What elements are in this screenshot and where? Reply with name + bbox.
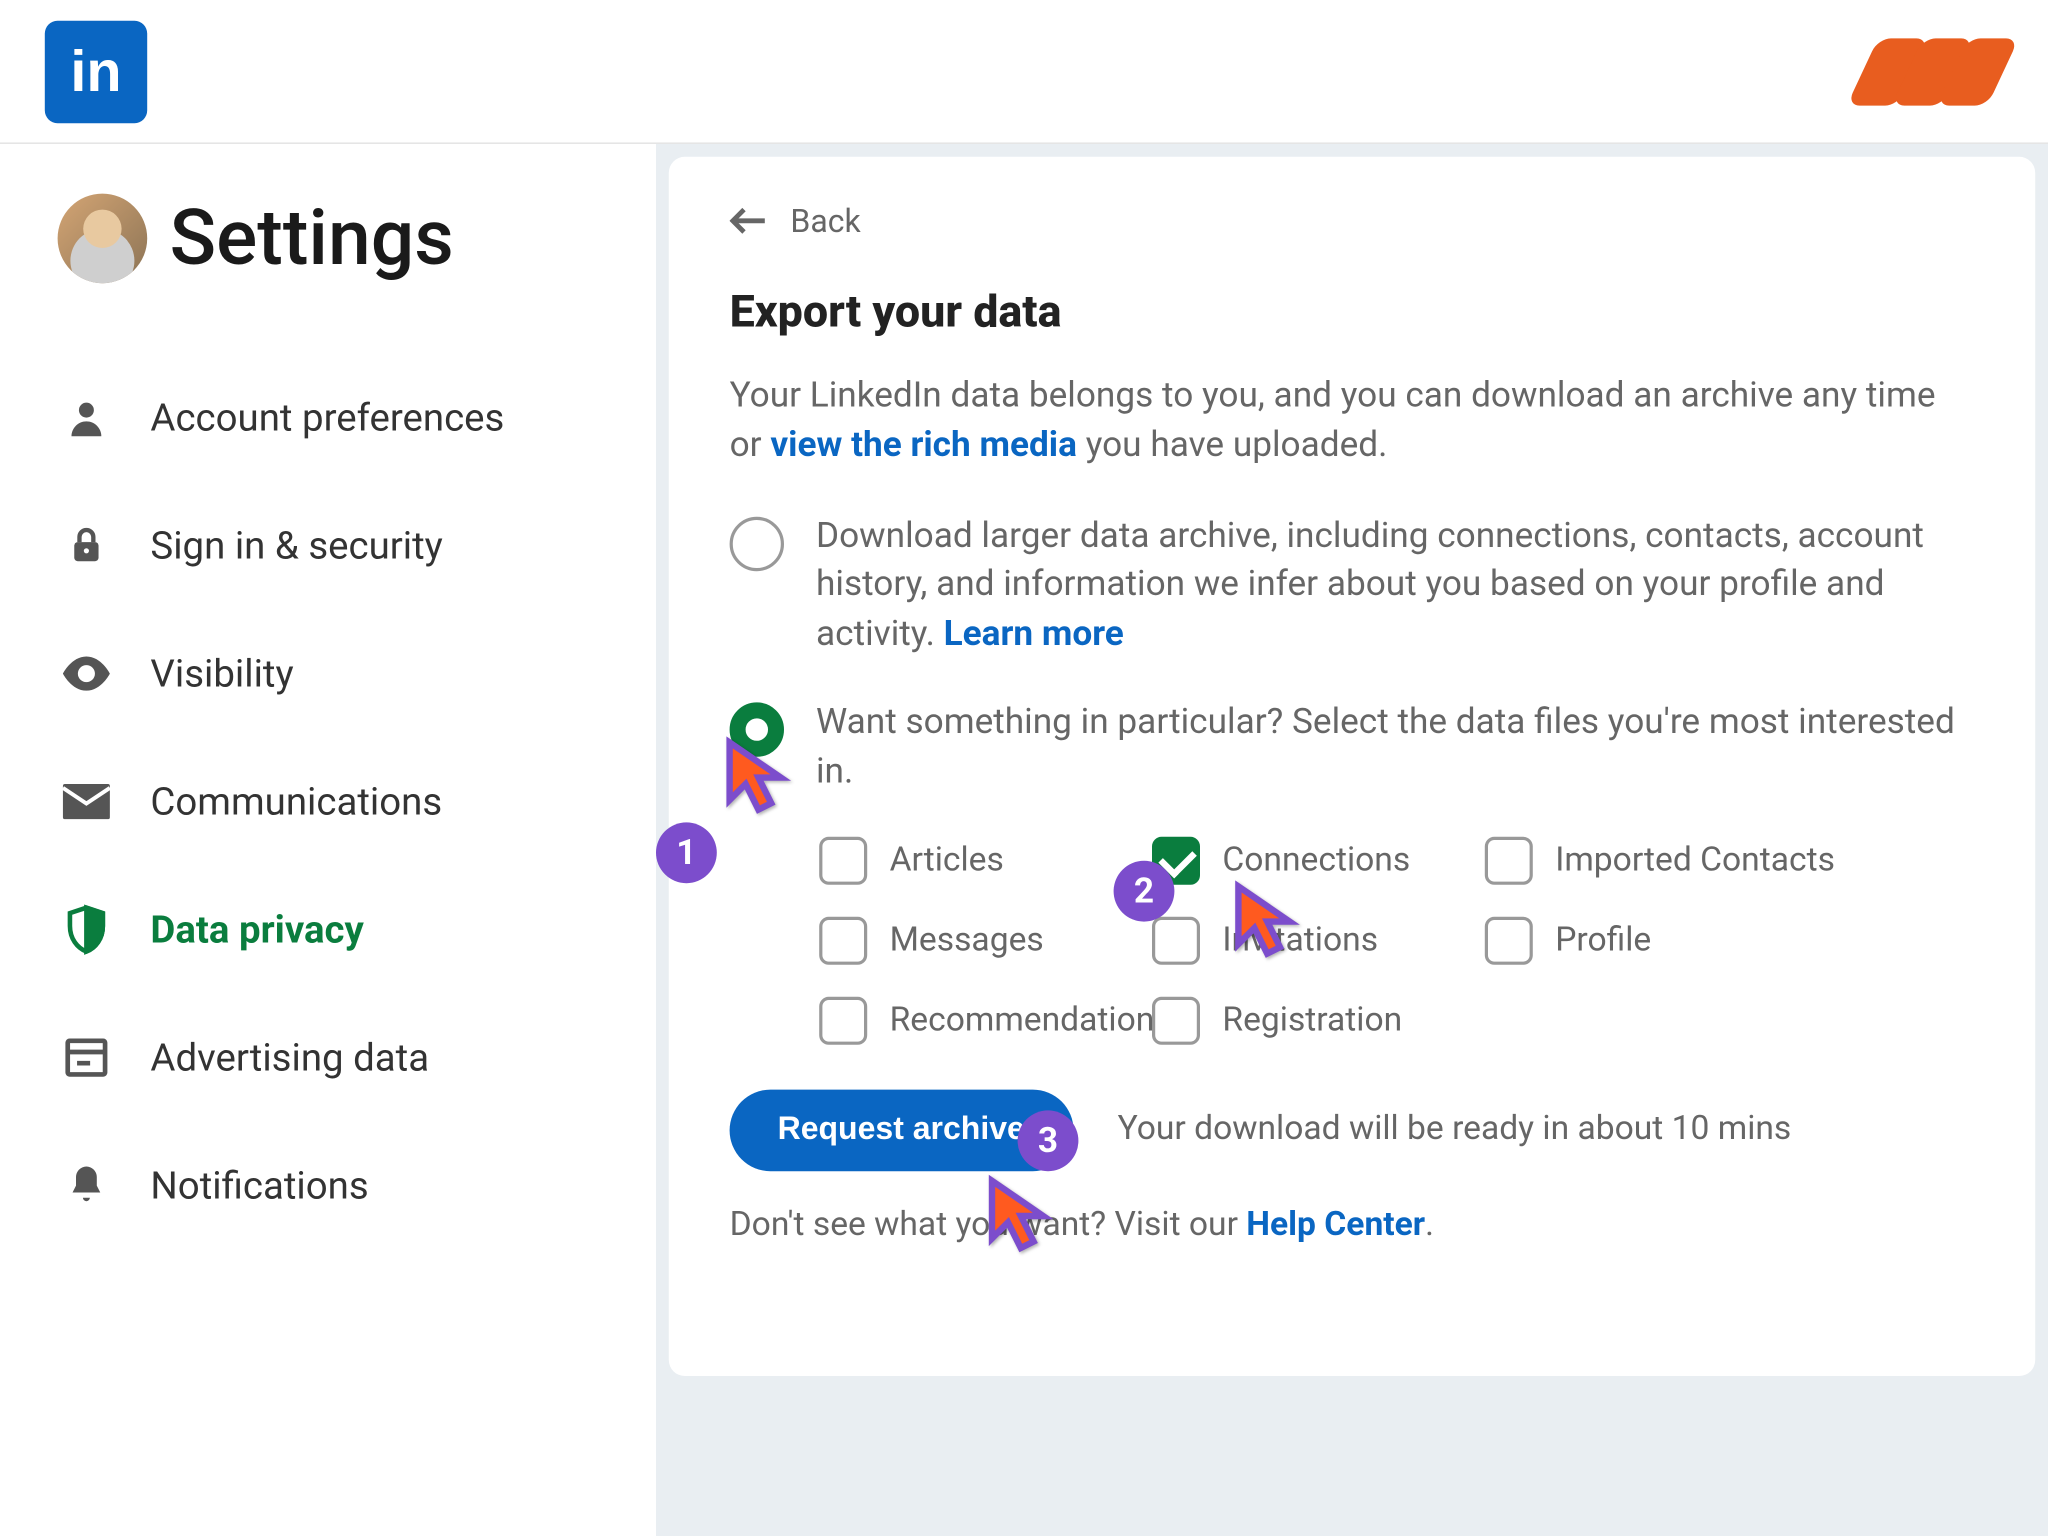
sidebar-item-label: Account preferences [150, 395, 504, 440]
radio-full[interactable] [730, 516, 784, 570]
sidebar-item-privacy[interactable]: Data privacy [58, 866, 656, 994]
settings-header: Settings [58, 192, 656, 283]
learn-more-link[interactable]: Learn more [944, 615, 1124, 655]
header: in [0, 0, 2048, 144]
option-full-text: Download larger data archive, including … [816, 513, 1974, 661]
annotation-badge-3: 3 [1018, 1110, 1079, 1171]
cursor-icon [986, 1174, 1056, 1260]
cursor-icon [723, 736, 793, 822]
annotation-badge-2: 2 [1114, 861, 1175, 922]
ad-icon [58, 1029, 116, 1087]
sidebar-item-label: Sign in & security [150, 523, 442, 568]
user-icon [58, 389, 116, 447]
checkbox-imported[interactable]: Imported Contacts [1485, 836, 1837, 884]
arrow-left-icon [730, 206, 768, 235]
download-option-full[interactable]: Download larger data archive, including … [730, 513, 1975, 661]
checkbox-connections[interactable]: Connections [1152, 836, 1472, 884]
sidebar: Settings Account preferences Sign in & s… [0, 144, 656, 1536]
back-label: Back [790, 202, 860, 240]
rich-media-link[interactable]: view the rich media [770, 425, 1077, 465]
brand-mark-icon [1869, 38, 2003, 105]
back-button[interactable]: Back [730, 202, 1975, 240]
eye-icon [58, 645, 116, 703]
avatar[interactable] [58, 193, 148, 283]
card-title: Export your data [730, 285, 1975, 338]
sidebar-item-label: Advertising data [150, 1035, 429, 1080]
cursor-icon [1232, 880, 1302, 966]
checkbox-registration[interactable]: Registration [1152, 996, 1472, 1044]
sidebar-item-security[interactable]: Sign in & security [58, 482, 656, 610]
wait-note: Your download will be ready in about 10 … [1118, 1111, 1792, 1149]
sidebar-item-visibility[interactable]: Visibility [58, 610, 656, 738]
sidebar-item-label: Communications [150, 779, 442, 824]
action-row: Request archive Your download will be re… [730, 1089, 1975, 1171]
bell-icon [58, 1157, 116, 1215]
footer-text: Don't see what you want? Visit our Help … [730, 1206, 1975, 1244]
linkedin-logo[interactable]: in [45, 20, 147, 122]
shield-icon [58, 901, 116, 959]
checkbox-grid: Articles Connections Imported Contacts M… [819, 836, 1974, 1044]
download-option-particular[interactable]: Want something in particular? Select the… [730, 699, 1975, 798]
sidebar-item-advertising[interactable]: Advertising data [58, 994, 656, 1122]
checkbox-recommendations[interactable]: Recommendations [819, 996, 1139, 1044]
sidebar-item-account[interactable]: Account preferences [58, 354, 656, 482]
sidebar-item-communications[interactable]: Communications [58, 738, 656, 866]
card-description: Your LinkedIn data belongs to you, and y… [730, 373, 1975, 472]
sidebar-item-notifications[interactable]: Notifications [58, 1122, 656, 1250]
mail-icon [58, 773, 116, 831]
option-particular-text: Want something in particular? Select the… [816, 699, 1974, 798]
sidebar-item-label: Notifications [150, 1163, 368, 1208]
sidebar-item-label: Visibility [150, 651, 293, 696]
checkbox-profile[interactable]: Profile [1485, 916, 1837, 964]
sidebar-nav: Account preferences Sign in & security V… [58, 354, 656, 1250]
settings-card: Back Export your data Your LinkedIn data… [669, 157, 2035, 1376]
help-center-link[interactable]: Help Center [1246, 1206, 1425, 1244]
content: Settings Account preferences Sign in & s… [0, 144, 2048, 1536]
main-panel: Back Export your data Your LinkedIn data… [656, 144, 2048, 1536]
annotation-badge-1: 1 [656, 822, 717, 883]
lock-icon [58, 517, 116, 575]
checkbox-articles[interactable]: Articles [819, 836, 1139, 884]
checkbox-messages[interactable]: Messages [819, 916, 1139, 964]
sidebar-item-label: Data privacy [150, 907, 363, 952]
checkbox-invitations[interactable]: Invitations [1152, 916, 1472, 964]
page-title: Settings [170, 192, 454, 283]
